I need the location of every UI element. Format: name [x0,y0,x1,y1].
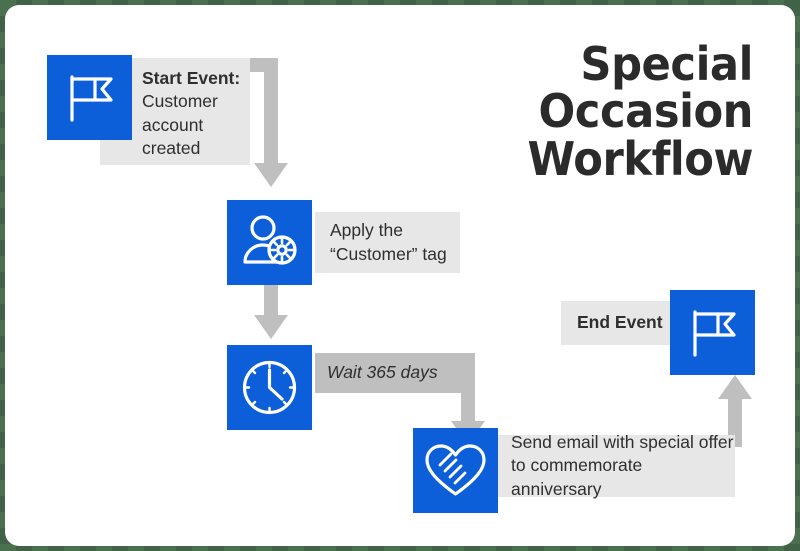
page-title: Special Occasion Workflow [358,40,754,186]
wait-label-text: Wait 365 days [327,362,438,383]
arrowhead-down-icon [254,163,288,187]
heart-handshake-icon [425,444,486,496]
connector-segment-vertical [264,58,278,165]
node-apply-tag[interactable] [227,200,312,285]
apply-tag-label-text: Apply the “Customer” tag [330,220,447,264]
arrowhead-down-icon [254,315,288,339]
node-wait[interactable] [227,345,312,430]
diagram-canvas: Special Occasion Workflow Start Event: C… [5,5,795,546]
title-line-2: Workflow [527,131,754,186]
send-email-label-line-2: to commemorate anniversary [511,455,643,499]
connector-segment-vertical [461,353,475,423]
start-event-label-text: Customer account created [142,91,218,158]
end-event-label-text: End Event [577,312,663,333]
title-line-1: Special Occasion [538,37,754,139]
user-gear-icon [243,215,297,265]
flag-icon [693,310,736,357]
start-event-label-bold: Start Event: [142,68,241,88]
node-send-email[interactable] [413,428,498,513]
label-end-event: End Event [561,301,681,345]
send-email-label-line-1: Send email with special offer [511,432,734,453]
label-send-email: Send email with special offer to commemo… [495,432,735,499]
flag-icon [70,75,113,122]
label-apply-tag: Apply the “Customer” tag [315,212,460,273]
clock-icon [242,360,297,415]
label-wait: Wait 365 days [315,353,475,393]
node-start-event[interactable] [47,55,132,140]
node-end-event[interactable] [670,290,755,375]
arrowhead-up-icon [718,375,752,399]
